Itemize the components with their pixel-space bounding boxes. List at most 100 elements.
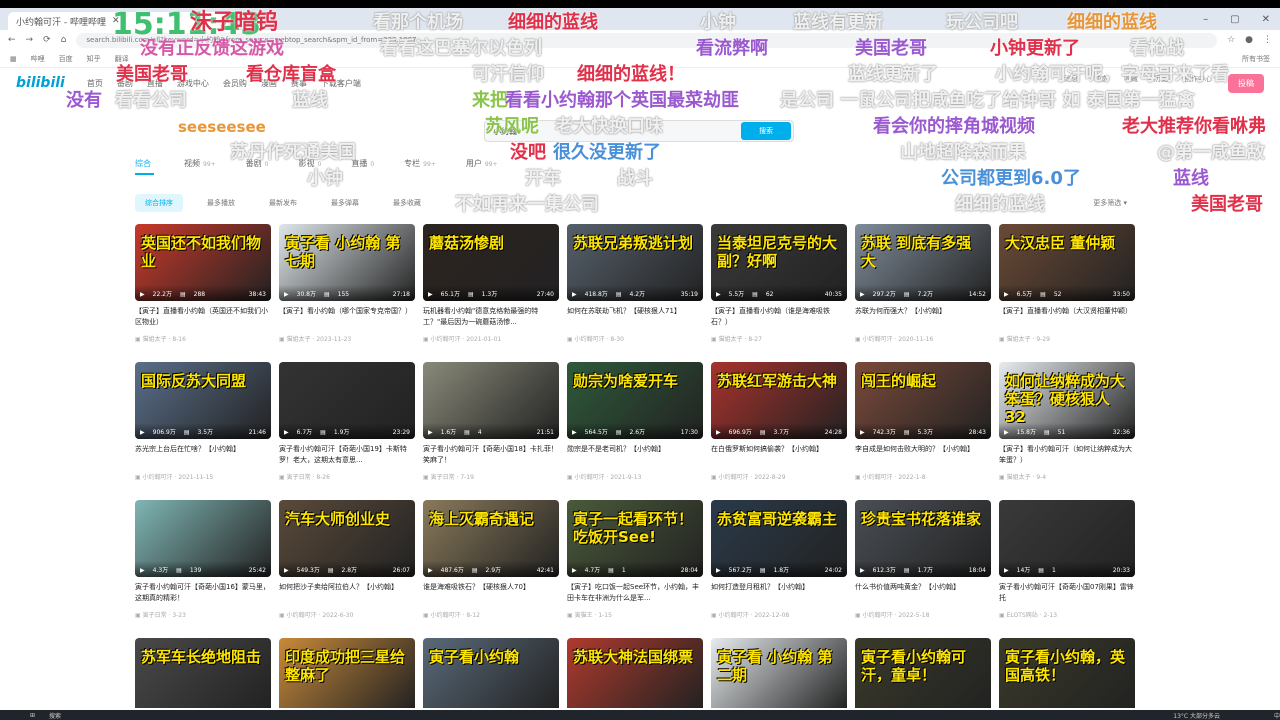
bookmark[interactable]: 百度 <box>59 54 73 64</box>
uploader[interactable]: 小约翰可汗 <box>575 336 605 343</box>
video-thumbnail[interactable]: ▶ 14万 ▤ 1 20:33 <box>999 500 1135 577</box>
filter-option[interactable]: 最多收藏 <box>383 194 431 212</box>
video-title[interactable]: 李自成是如何击败大明的？【小约翰】 <box>855 444 991 466</box>
video-thumbnail[interactable]: 寅子看 小约翰 第二期 <box>711 638 847 708</box>
video-thumbnail[interactable]: 珍贵宝书花落谁家 ▶ 612.3万 ▤ 1.7万 18:04 <box>855 500 991 577</box>
video-card[interactable]: 当泰坦尼克号的大副？好啊 ▶ 5.5万 ▤ 62 40:35 【寅子】直播看小约翰（谁是海… <box>711 224 847 362</box>
video-thumbnail[interactable]: 苏军车长绝地阻击 <box>135 638 271 708</box>
video-thumbnail[interactable]: 寅子看小约翰可汗，童卓！ <box>855 638 991 708</box>
video-thumbnail[interactable]: ▶ 4.3万 ▤ 139 25:42 <box>135 500 271 577</box>
video-title[interactable]: 如何打造登月租机？【小约翰】 <box>711 582 847 604</box>
uploader[interactable]: ELOTS网站 <box>1007 612 1038 619</box>
video-thumbnail[interactable]: 苏联红军游击大神 ▶ 696.9万 ▤ 3.7万 24:28 <box>711 362 847 439</box>
video-thumbnail[interactable]: 汽车大师创业史 ▶ 549.3万 ▤ 2.8万 26:07 <box>279 500 415 577</box>
video-card[interactable]: 苏联 到底有多强大 ▶ 297.2万 ▤ 7.2万 14:52 苏联为何而强大？【小约翰】… <box>855 224 991 362</box>
video-title[interactable]: 勋宗是不是老司机？【小约翰】 <box>567 444 703 466</box>
video-card[interactable]: 寅子看小约翰可汗，童卓！ <box>855 638 991 708</box>
video-card[interactable]: ▶ 14万 ▤ 1 20:33 寅子看小约翰可汗【奇葩小国07刚果】雷锋托 ▣ ELOTS… <box>999 500 1135 638</box>
uploader[interactable]: 寅子日常 <box>431 474 455 481</box>
video-card[interactable]: 赤贫富哥逆袭霸主 ▶ 567.2万 ▤ 1.8万 24:02 如何打造登月租机？【小约翰】… <box>711 500 847 638</box>
video-card[interactable]: 汽车大师创业史 ▶ 549.3万 ▤ 2.8万 26:07 如何把沙子卖给阿拉伯人？【小约… <box>279 500 415 638</box>
video-thumbnail[interactable]: 赤贫富哥逆袭霸主 ▶ 567.2万 ▤ 1.8万 24:02 <box>711 500 847 577</box>
search-button[interactable]: 搜索 <box>741 122 791 140</box>
nav-item[interactable]: 下载客户端 <box>321 78 361 89</box>
video-thumbnail[interactable]: ▶ 6.7万 ▤ 1.9万 23:29 <box>279 362 415 439</box>
video-card[interactable]: 闯王的崛起 ▶ 742.3万 ▤ 5.3万 28:43 李自成是如何击败大明的？【小约翰】… <box>855 362 991 500</box>
nav-item[interactable]: 首页 <box>87 78 103 89</box>
uploader[interactable]: 小约翰可汗 <box>575 474 605 481</box>
bilibili-logo[interactable]: bilibili <box>16 75 65 91</box>
video-title[interactable]: 【寅子】看小约翰（哪个国家专克帝国？） <box>279 306 415 328</box>
search-input[interactable] <box>485 126 741 136</box>
video-card[interactable]: 如何让纳粹成为大笨蛋？硬核狠人32 ▶ 15.8万 ▤ 51 32:36 【寅子】看小约翰… <box>999 362 1135 500</box>
uploader[interactable]: 猫姐太子 <box>1007 474 1031 481</box>
video-card[interactable]: 苏联大神法国绑票 <box>567 638 703 708</box>
video-card[interactable]: 珍贵宝书花落谁家 ▶ 612.3万 ▤ 1.7万 18:04 什么书价值两吨黄金？【小约翰… <box>855 500 991 638</box>
video-card[interactable]: 蘑菇汤惨剧 ▶ 65.1万 ▤ 1.3万 27:40 玩机器看小约翰"德意克格勃最强的特工… <box>423 224 559 362</box>
tab-2[interactable]: 番剧 0 <box>246 158 269 175</box>
video-card[interactable]: 海上灭霸奇遇记 ▶ 487.6万 ▤ 2.9万 42:41 谁是海难吸铁石？【硬核狠人70… <box>423 500 559 638</box>
more-filters-button[interactable]: 更多筛选 ▾ <box>1083 194 1137 212</box>
nav-item[interactable]: 番剧 <box>117 78 133 89</box>
star-icon[interactable]: ☆ <box>1227 35 1235 45</box>
nav-right-item[interactable]: 创作中心 <box>1184 74 1212 93</box>
uploader[interactable]: 猫姐太子 <box>287 336 311 343</box>
bookmark[interactable]: 翻译 <box>115 54 129 64</box>
video-thumbnail[interactable]: 苏联 到底有多强大 ▶ 297.2万 ▤ 7.2万 14:52 <box>855 224 991 301</box>
uploader[interactable]: 小约翰可汗 <box>287 612 317 619</box>
close-window-button[interactable]: ✕ <box>1262 14 1270 25</box>
video-card[interactable]: 勋宗为啥爱开车 ▶ 564.5万 ▤ 2.6万 17:30 勋宗是不是老司机？【小约翰】 … <box>567 362 703 500</box>
video-card[interactable]: 英国还不如我们物业 ▶ 22.2万 ▤ 288 38:43 【寅子】直播看小约翰（英国还不… <box>135 224 271 362</box>
video-title[interactable]: 苏联为何而强大？【小约翰】 <box>855 306 991 328</box>
video-title[interactable]: 寅子看小约翰可汗【奇葩小国16】蒙马里，这期真的精彩！ <box>135 582 271 604</box>
nav-right-item[interactable]: 消息 <box>1064 74 1078 93</box>
nav-item[interactable]: 漫画 <box>261 78 277 89</box>
video-title[interactable]: 什么书价值两吨黄金？【小约翰】 <box>855 582 991 604</box>
uploader[interactable]: 小约翰可汗 <box>431 336 461 343</box>
video-thumbnail[interactable]: 苏联兄弟叛逃计划 ▶ 418.8万 ▤ 4.2万 35:19 <box>567 224 703 301</box>
nav-item[interactable]: 直播 <box>147 78 163 89</box>
tab-5[interactable]: 专栏 99+ <box>404 158 436 175</box>
video-title[interactable]: 如何在苏联劫飞机？【硬核狠人71】 <box>567 306 703 328</box>
video-card[interactable]: 印度成功把三星给整麻了 <box>279 638 415 708</box>
uploader[interactable]: 寅猫王 <box>575 612 593 619</box>
video-title[interactable]: 如何把沙子卖给阿拉伯人？【小约翰】 <box>279 582 415 604</box>
minimize-button[interactable]: – <box>1203 14 1208 25</box>
uploader[interactable]: 小约翰可汗 <box>863 474 893 481</box>
nav-item[interactable]: 会员购 <box>223 78 247 89</box>
uploader[interactable]: 猫姐太子 <box>143 336 167 343</box>
new-tab-button[interactable]: + <box>236 14 244 24</box>
tab-0[interactable]: 综合 <box>135 158 154 175</box>
video-title[interactable]: 寅子看小约翰可汗【奇葩小国18】卡扎菲！笑麻了！ <box>423 444 559 466</box>
upload-button[interactable]: 投稿 <box>1228 73 1264 93</box>
video-card[interactable]: 国际反苏大同盟 ▶ 906.9万 ▤ 3.5万 21:46 苏光宗上台后在忙啥？【小约翰】… <box>135 362 271 500</box>
video-card[interactable]: ▶ 6.7万 ▤ 1.9万 23:29 寅子看小约翰可汗【奇葩小国19】卡斯特罗！老大，这… <box>279 362 415 500</box>
all-bookmarks[interactable]: 所有书签 <box>1242 54 1270 64</box>
filter-option[interactable]: 最多播放 <box>197 194 245 212</box>
video-thumbnail[interactable]: 海上灭霸奇遇记 ▶ 487.6万 ▤ 2.9万 42:41 <box>423 500 559 577</box>
maximize-button[interactable]: ▢ <box>1230 14 1239 25</box>
video-card[interactable]: 大汉忠臣 董仲颖 ▶ 6.5万 ▤ 52 33:50 【寅子】直播看小约翰（大汉贤相董仲颖… <box>999 224 1135 362</box>
filter-option[interactable]: 最新发布 <box>259 194 307 212</box>
video-card[interactable]: ▶ 4.3万 ▤ 139 25:42 寅子看小约翰可汗【奇葩小国16】蒙马里，这期真的精彩… <box>135 500 271 638</box>
ime-indicator[interactable]: 中 <box>1274 711 1280 720</box>
menu-icon[interactable]: ⋮ <box>1263 35 1272 45</box>
video-card[interactable]: 苏联红军游击大神 ▶ 696.9万 ▤ 3.7万 24:28 在白俄罗斯如何搞偷袭？【小约… <box>711 362 847 500</box>
video-title[interactable]: 【寅子】看小约翰可汗（如何让纳粹成为大笨蛋？） <box>999 444 1135 466</box>
video-title[interactable]: 【寅子】直播看小约翰（谁是海难吸铁石？） <box>711 306 847 328</box>
tab-3[interactable]: 影视 0 <box>299 158 322 175</box>
uploader[interactable]: 猫姐太子 <box>1007 336 1031 343</box>
apps-icon[interactable]: ▦ <box>10 55 17 63</box>
filter-option[interactable]: 综合排序 <box>135 194 183 212</box>
video-card[interactable]: 寅子看 小约翰 第二期 <box>711 638 847 708</box>
profile-icon[interactable]: ● <box>1245 35 1253 45</box>
video-card[interactable]: 寅子看小约翰，英国高铁！ <box>999 638 1135 708</box>
video-title[interactable]: 谁是海难吸铁石？【硬核狠人70】 <box>423 582 559 604</box>
uploader[interactable]: 小约翰可汗 <box>719 474 749 481</box>
uploader[interactable]: 小约翰可汗 <box>431 612 461 619</box>
uploader[interactable]: 小约翰可汗 <box>143 474 173 481</box>
bookmark[interactable]: 知乎 <box>87 54 101 64</box>
tab-1[interactable]: 视频 99+ <box>184 158 216 175</box>
video-title[interactable]: 寅子看小约翰可汗【奇葩小国19】卡斯特罗！老大，这期太有意思... <box>279 444 415 466</box>
video-thumbnail[interactable]: 寅子看小约翰，英国高铁！ <box>999 638 1135 708</box>
